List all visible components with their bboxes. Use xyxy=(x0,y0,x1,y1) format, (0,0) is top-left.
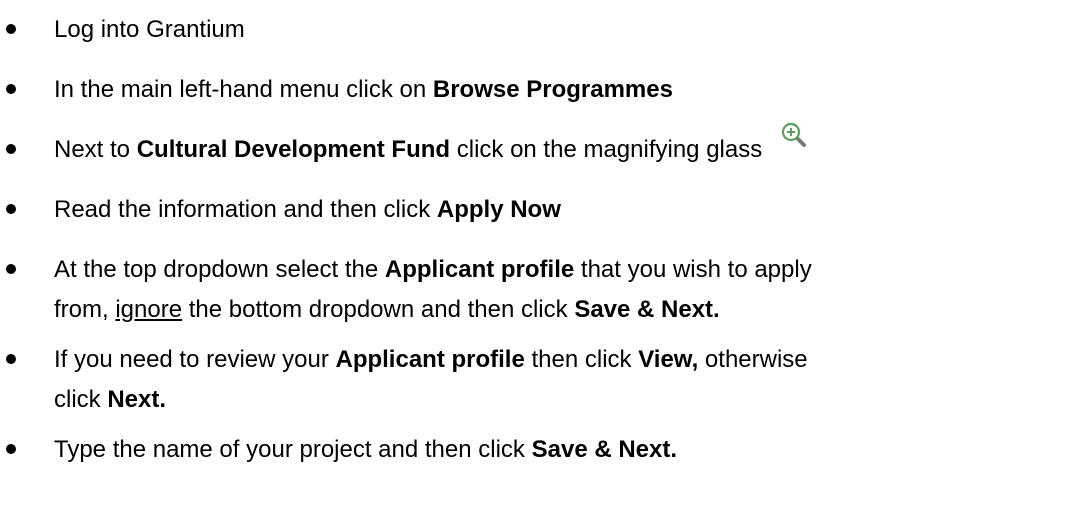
bullet-point xyxy=(6,144,16,154)
step-text-segment: Log into Grantium xyxy=(54,16,245,43)
bold-term: Apply Now xyxy=(436,196,561,223)
step-text-line: Log into Grantium xyxy=(54,10,1057,50)
step-text-line: Type the name of your project and then c… xyxy=(54,430,1057,470)
bold-term: View, xyxy=(638,346,699,373)
step-text-segment: from, xyxy=(54,296,116,323)
step-text: Read the information and then click Appl… xyxy=(54,190,1057,230)
bullet-point xyxy=(6,204,16,214)
step-text-segment: that you wish to apply xyxy=(574,256,812,283)
step-text: At the top dropdown select the Applicant… xyxy=(54,250,1057,330)
bold-term: Applicant profile xyxy=(335,346,525,373)
step-text-line: If you need to review your Applicant pro… xyxy=(54,340,1057,380)
step-text-line: Next to Cultural Development Fund click … xyxy=(54,122,1057,170)
bold-term: Browse Programmes xyxy=(432,76,673,103)
step-text-segment: If you need to review your xyxy=(54,346,336,373)
step-text-segment: At the top dropdown select the xyxy=(54,256,385,283)
bold-term: Next. xyxy=(107,386,167,413)
step-text-segment: Read the information and then click xyxy=(54,196,437,223)
bullet-point xyxy=(6,444,16,454)
bold-term: Applicant profile xyxy=(384,256,575,283)
bold-term: Save & Next. xyxy=(574,296,720,323)
step-text-segment: Next to xyxy=(54,136,137,163)
underlined-term: ignore xyxy=(115,296,183,323)
step-text-segment: Type the name of your project and then c… xyxy=(54,436,532,463)
magnifying-glass-icon xyxy=(781,122,807,148)
step-text: Log into Grantium xyxy=(54,10,1057,50)
bold-term: Save & Next. xyxy=(531,436,678,463)
bullet-point xyxy=(6,264,16,274)
step-text-line: click Next. xyxy=(54,380,1057,420)
step-text-line: At the top dropdown select the Applicant… xyxy=(54,250,1057,290)
bold-term: Cultural Development Fund xyxy=(136,136,451,163)
bullet-point xyxy=(6,84,16,94)
step-text-segment: In the main left-hand menu click on xyxy=(54,76,433,103)
step-text-segment: click xyxy=(54,386,108,413)
bullet-point xyxy=(6,24,16,34)
step-text-segment: otherwise xyxy=(698,346,808,373)
step-text-line: Read the information and then click Appl… xyxy=(54,190,1057,230)
step-text-line: In the main left-hand menu click on Brow… xyxy=(54,70,1057,110)
step-text-segment: the bottom dropdown and then click xyxy=(182,296,575,323)
instruction-document: Log into Grantium In the main left-hand m… xyxy=(0,0,1067,510)
step-text-line: from, ignore the bottom dropdown and the… xyxy=(54,290,1057,330)
step-text: If you need to review your Applicant pro… xyxy=(54,340,1057,420)
step-text-segment: then click xyxy=(524,346,639,373)
step-text: In the main left-hand menu click on Brow… xyxy=(54,70,1057,110)
step-text: Type the name of your project and then c… xyxy=(54,430,1057,470)
step-text-segment: click on the magnifying glass xyxy=(450,136,769,163)
step-text: Next to Cultural Development Fund click … xyxy=(54,122,1057,170)
bullet-point xyxy=(6,354,16,364)
